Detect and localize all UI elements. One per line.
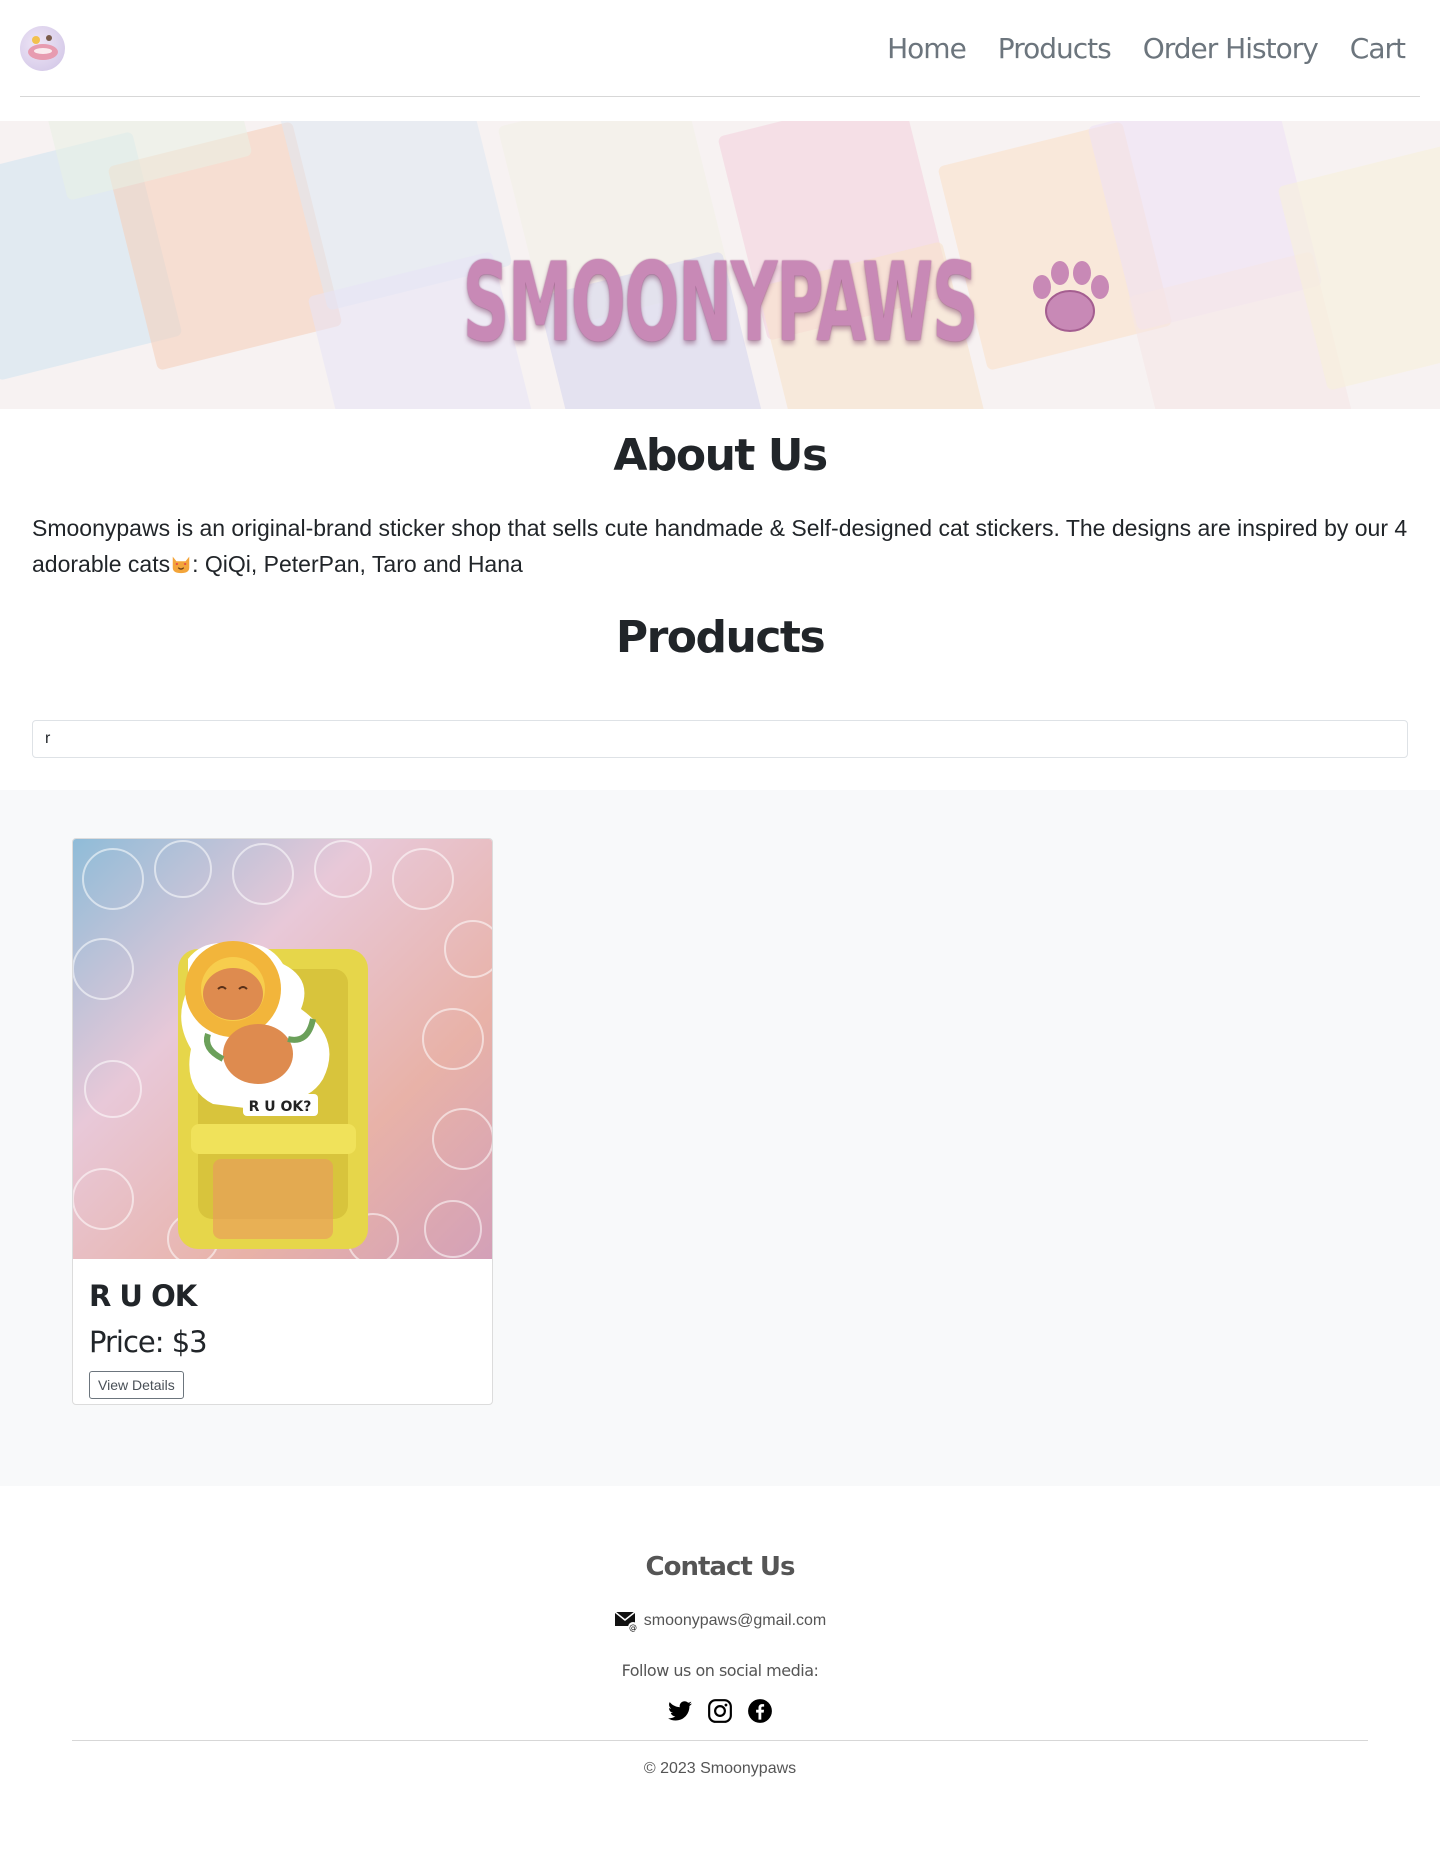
navbar: Home Products Order History Cart bbox=[20, 0, 1420, 97]
products-title: Products bbox=[615, 612, 826, 663]
about-title: About Us bbox=[613, 430, 828, 481]
search-input[interactable] bbox=[32, 720, 1408, 758]
email-icon: @ bbox=[614, 1611, 638, 1632]
twitter-icon[interactable] bbox=[667, 1698, 693, 1724]
product-price: Price: $3 bbox=[89, 1325, 208, 1359]
products-grid: R U OK? R U OK Price: $3 View Details bbox=[0, 790, 1440, 1486]
product-title: R U OK bbox=[89, 1279, 197, 1313]
facebook-icon[interactable] bbox=[747, 1698, 773, 1724]
copyright: © 2023 Smoonypaws bbox=[643, 1760, 797, 1777]
nav-links: Home Products Order History Cart bbox=[887, 32, 1406, 65]
follow-text: Follow us on social media: bbox=[621, 1661, 819, 1680]
view-details-button[interactable]: View Details bbox=[89, 1371, 184, 1399]
svg-text:@: @ bbox=[629, 1623, 637, 1632]
contact-title: Contact Us bbox=[645, 1552, 796, 1582]
paw-icon bbox=[1033, 261, 1109, 332]
footer-divider bbox=[72, 1740, 1368, 1741]
nav-link-home[interactable]: Home bbox=[887, 32, 967, 65]
email-row: @ smoonypaws@gmail.com bbox=[0, 1610, 1440, 1632]
product-image[interactable]: R U OK? bbox=[73, 839, 493, 1259]
product-card: R U OK? R U OK Price: $3 View Details bbox=[72, 838, 493, 1405]
nav-link-order-history[interactable]: Order History bbox=[1143, 32, 1319, 65]
cat-heart-eyes-emoji-icon bbox=[172, 556, 190, 574]
logo-icon[interactable] bbox=[20, 25, 65, 71]
about-cat-names: : QiQi, PeterPan, Taro and Hana bbox=[192, 551, 523, 577]
nav-link-products[interactable]: Products bbox=[998, 32, 1112, 65]
hero-banner: SMOONYPAWS bbox=[0, 121, 1440, 409]
instagram-icon[interactable] bbox=[707, 1698, 733, 1724]
product-image-caption: R U OK? bbox=[249, 1099, 312, 1115]
nav-link-cart[interactable]: Cart bbox=[1350, 32, 1406, 65]
email-link[interactable]: smoonypaws@gmail.com bbox=[644, 1612, 827, 1630]
social-links bbox=[0, 1698, 1440, 1724]
about-text: Smoonypaws is an original-brand sticker … bbox=[32, 510, 1422, 582]
